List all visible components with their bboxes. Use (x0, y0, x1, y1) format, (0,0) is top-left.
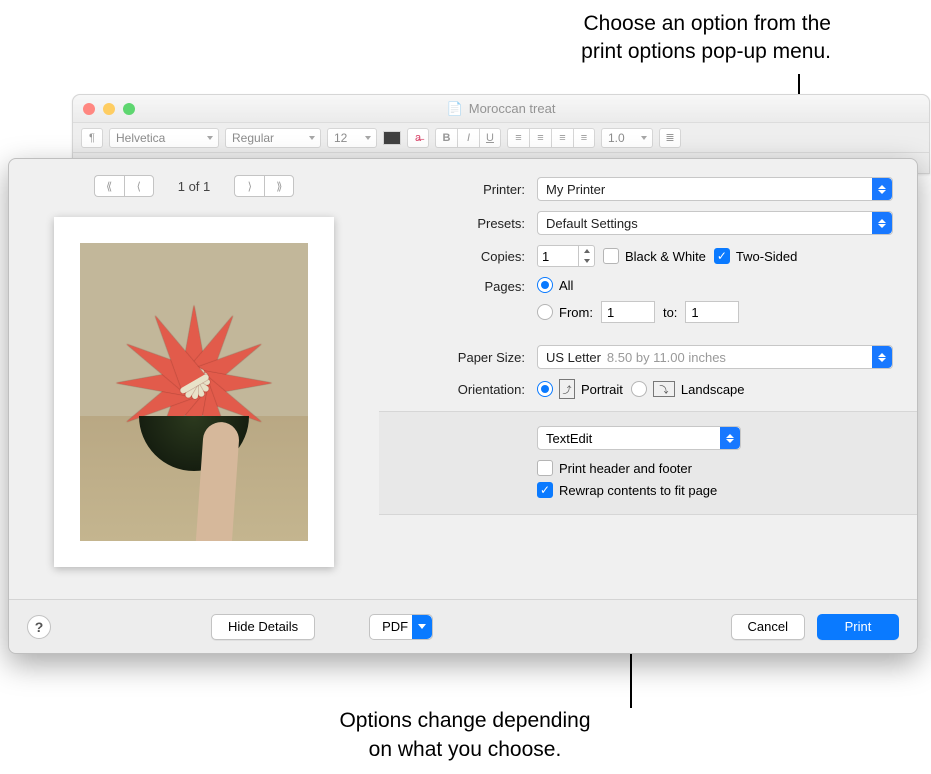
printer-popup[interactable]: My Printer (537, 177, 893, 201)
copies-label: Copies: (389, 249, 537, 264)
black-white-checkbox[interactable]: Black & White (603, 248, 706, 264)
copies-field[interactable] (537, 245, 579, 267)
preview-photo (80, 243, 308, 541)
portrait-icon: ⤴ (559, 379, 575, 399)
radio-icon (537, 277, 553, 293)
first-page-button[interactable]: ⟪ (94, 175, 124, 197)
radio-icon (631, 381, 647, 397)
print-options-popup[interactable]: TextEdit (537, 426, 741, 450)
print-button[interactable]: Print (817, 614, 899, 640)
print-header-footer-checkbox[interactable]: Print header and footer (537, 460, 692, 476)
print-dialog: ⟪ ⟨ 1 of 1 ⟩ ⟫ (8, 158, 918, 654)
pages-to-field[interactable] (685, 301, 739, 323)
prev-page-button[interactable]: ⟨ (124, 175, 154, 197)
print-options-pane: Printer: My Printer Presets: Default Set… (379, 159, 917, 599)
orientation-label: Orientation: (389, 382, 537, 397)
presets-popup[interactable]: Default Settings (537, 211, 893, 235)
page-indicator: 1 of 1 (178, 179, 211, 194)
dialog-footer: ? Hide Details PDF Cancel Print (9, 599, 917, 653)
cancel-button[interactable]: Cancel (731, 614, 805, 640)
paper-size-label: Paper Size: (389, 350, 537, 365)
checkbox-icon (714, 248, 730, 264)
help-button[interactable]: ? (27, 615, 51, 639)
pages-label: Pages: (389, 277, 537, 294)
annotation-top: Choose an option from the print options … (431, 10, 831, 67)
two-sided-checkbox[interactable]: Two-Sided (714, 248, 797, 264)
pages-from-field[interactable] (601, 301, 655, 323)
printer-label: Printer: (389, 182, 537, 197)
paper-size-popup[interactable]: US Letter 8.50 by 11.00 inches (537, 345, 893, 369)
hide-details-button[interactable]: Hide Details (211, 614, 315, 640)
checkbox-icon (603, 248, 619, 264)
page-preview (54, 217, 334, 567)
checkbox-icon (537, 460, 553, 476)
checkbox-icon (537, 482, 553, 498)
radio-icon (537, 381, 553, 397)
radio-icon (537, 304, 553, 320)
preview-pane: ⟪ ⟨ 1 of 1 ⟩ ⟫ (9, 159, 379, 599)
pages-range-radio[interactable]: From: (537, 304, 593, 320)
pages-all-radio[interactable]: All (537, 277, 739, 293)
next-page-button[interactable]: ⟩ (234, 175, 264, 197)
annotation-bottom: Options change depending on what you cho… (265, 707, 665, 764)
app-options-section: TextEdit Print header and footer Rewrap … (379, 411, 917, 515)
landscape-icon: ⤵ (653, 381, 675, 397)
presets-label: Presets: (389, 216, 537, 231)
rewrap-contents-checkbox[interactable]: Rewrap contents to fit page (537, 482, 717, 498)
copies-stepper[interactable] (579, 245, 595, 267)
orientation-portrait-radio[interactable]: ⤴ Portrait (537, 379, 623, 399)
pdf-menu-button[interactable]: PDF (369, 614, 433, 640)
last-page-button[interactable]: ⟫ (264, 175, 294, 197)
orientation-landscape-radio[interactable]: ⤵ Landscape (631, 381, 745, 397)
pages-to-label: to: (663, 305, 677, 320)
